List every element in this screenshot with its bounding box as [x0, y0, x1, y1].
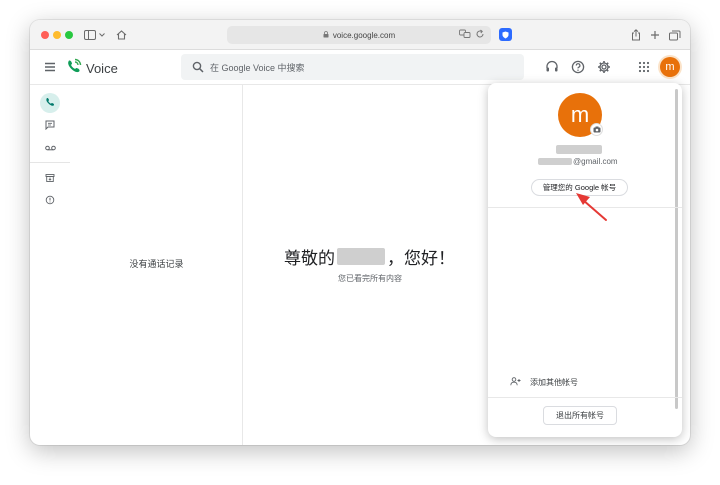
- change-photo-camera-icon[interactable]: [590, 123, 603, 136]
- empty-call-history-text: 没有通话记录: [129, 259, 184, 269]
- voice-logo[interactable]: Voice: [66, 58, 118, 79]
- add-another-account-button[interactable]: 添加其他帐号: [510, 377, 578, 388]
- redacted-account-name: [556, 145, 602, 154]
- redacted-user-name: [337, 248, 385, 265]
- address-bar[interactable]: voice.google.com: [227, 26, 491, 44]
- email-domain: @gmail.com: [573, 157, 618, 166]
- manage-google-account-button[interactable]: 管理您的 Google 帐号: [531, 179, 628, 196]
- app-name: Voice: [86, 61, 118, 76]
- browser-toolbar: voice.google.com: [30, 20, 690, 50]
- nav-archive[interactable]: [40, 169, 60, 189]
- browser-window: voice.google.com Voice 在 Google Voice 中搜…: [30, 20, 690, 445]
- message-icon: [45, 117, 55, 135]
- zoom-window-button[interactable]: [65, 31, 73, 39]
- account-avatar-button[interactable]: m: [660, 57, 680, 77]
- nav-messages[interactable]: [40, 116, 60, 136]
- tab-overview-icon[interactable]: [668, 27, 682, 43]
- search-icon[interactable]: [192, 61, 204, 73]
- share-icon[interactable]: [629, 27, 643, 43]
- reload-icon[interactable]: [475, 29, 485, 41]
- account-popup: m @gmail.com 管理您的 Google 帐号 添加其他帐号 退出所有帐…: [488, 83, 682, 437]
- all-caught-up-text: 您已看完所有内容: [338, 274, 402, 283]
- support-headset-icon[interactable]: [544, 59, 560, 75]
- sidebar-toggle-icon[interactable]: [83, 27, 97, 43]
- home-icon[interactable]: [114, 27, 128, 43]
- greeting-prefix: 尊敬的: [284, 249, 335, 268]
- voice-logo-icon: [66, 58, 82, 79]
- lock-icon: [323, 30, 329, 40]
- phone-icon: [45, 94, 55, 112]
- popup-divider: [488, 207, 682, 208]
- search-input[interactable]: 在 Google Voice 中搜索: [210, 61, 305, 74]
- archive-icon: [45, 170, 55, 188]
- app-header: Voice 在 Google Voice 中搜索 m: [30, 50, 690, 85]
- greeting-heading: 尊敬的 ，您好！: [284, 244, 455, 269]
- popup-scrollbar[interactable]: [675, 89, 678, 409]
- nav-calls[interactable]: [40, 93, 60, 113]
- account-email: @gmail.com: [538, 157, 618, 166]
- search-box[interactable]: 在 Google Voice 中搜索: [181, 54, 524, 80]
- add-person-icon: [510, 377, 521, 388]
- url-text: voice.google.com: [332, 30, 396, 40]
- apps-grid-icon[interactable]: [636, 59, 652, 75]
- popup-divider: [488, 397, 682, 398]
- call-list-panel: 没有通话记录: [70, 85, 243, 445]
- greeting-suffix: ，您好！: [387, 249, 455, 268]
- rail-divider: [30, 162, 70, 163]
- sign-out-all-button[interactable]: 退出所有帐号: [543, 406, 617, 425]
- redacted-email-user: [538, 158, 572, 165]
- chevron-down-icon[interactable]: [98, 27, 106, 43]
- voicemail-icon: [44, 138, 56, 156]
- help-icon[interactable]: [570, 59, 586, 75]
- password-manager-extension-icon[interactable]: [499, 28, 512, 41]
- minimize-window-button[interactable]: [53, 31, 61, 39]
- settings-gear-icon[interactable]: [596, 59, 612, 75]
- spam-icon: [45, 192, 55, 210]
- nav-rail: [30, 85, 70, 445]
- nav-spam[interactable]: [40, 191, 60, 211]
- translate-icon[interactable]: [459, 29, 471, 41]
- close-window-button[interactable]: [41, 31, 49, 39]
- add-account-label: 添加其他帐号: [530, 378, 578, 387]
- new-tab-icon[interactable]: [648, 27, 662, 43]
- main-menu-icon[interactable]: [42, 59, 58, 75]
- nav-voicemail[interactable]: [40, 137, 60, 157]
